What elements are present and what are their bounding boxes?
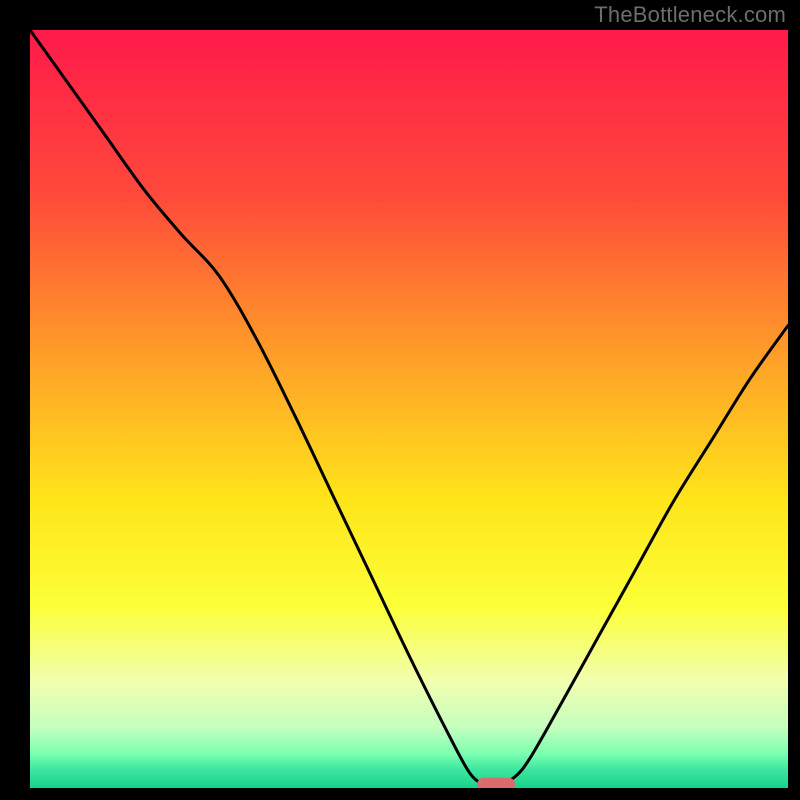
watermark-text: TheBottleneck.com	[594, 2, 786, 28]
bottleneck-chart	[30, 30, 788, 788]
chart-frame: TheBottleneck.com	[0, 0, 800, 800]
optimal-marker	[477, 778, 515, 788]
gradient-background	[30, 30, 788, 788]
